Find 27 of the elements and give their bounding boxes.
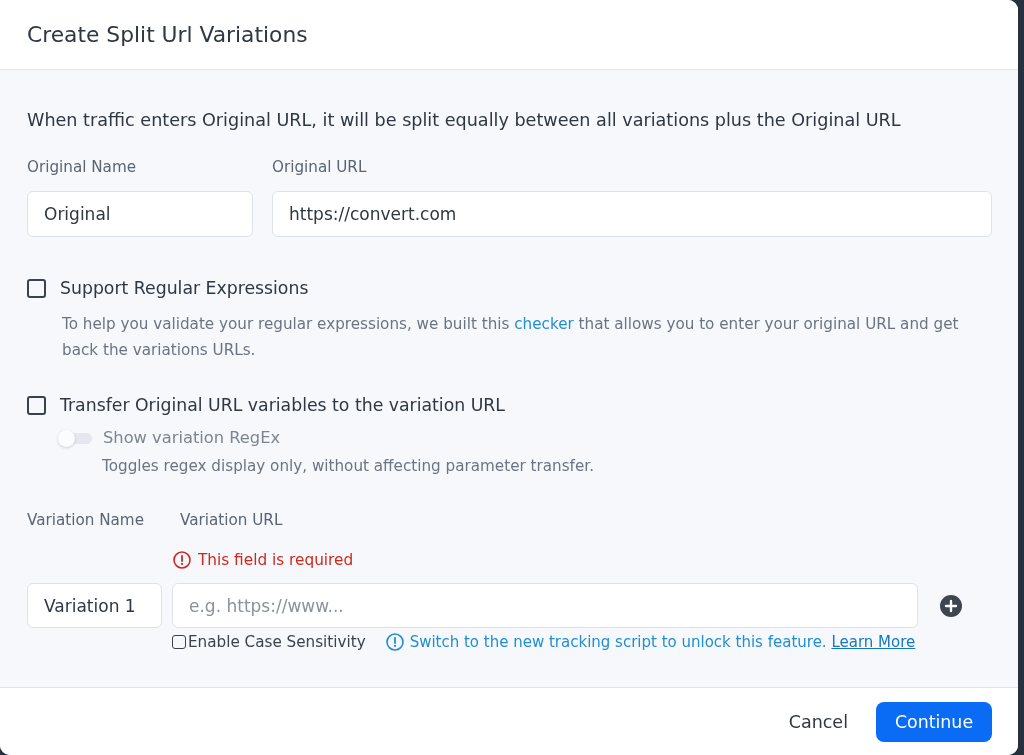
learn-more-link[interactable]: Learn More [831,633,916,651]
field-label: Original Name [27,157,138,177]
cancel-button[interactable]: Cancel [788,703,848,740]
checkbox[interactable] [27,278,46,298]
continue-button[interactable]: Continue [876,701,992,742]
checkbox[interactable] [27,395,46,415]
checkbox-label: Enable Case Sensitivity [188,632,366,652]
field-label: Original URL [272,157,368,177]
original-url-input[interactable]: https://convert.com [272,191,992,237]
add-icon[interactable] [940,594,962,617]
help-text: To help you validate your regular expressions, we built this checker that allows you to enter your original URL and get back the variations URLs. [62,314,960,361]
variation-url-input[interactable]: e.g. https://www... [172,583,918,628]
dialog-title: Create Split Url Variations [27,22,308,47]
error-message: This field is required [198,550,354,571]
checkbox-label: Transfer Original URL variables to the variation URL [60,394,505,417]
column-label: Variation Name [27,510,145,530]
variation-name-input[interactable]: Variation 1 [27,583,162,628]
column-label: Variation URL [179,510,284,530]
help-text: Toggles regex display only, without affecting parameter transfer. [102,456,595,477]
info-icon [385,633,404,651]
toggle-label: Show variation RegEx [103,427,281,449]
notice-text: Switch to the new tracking script to unlock this feature. Learn More [409,632,916,652]
description-text: When traffic enters Original URL, it will be split equally between all variations plus the Original URL [27,109,902,132]
checkbox-label: Support Regular Expressions [60,277,309,300]
original-name-input[interactable]: Original [27,191,253,237]
error-icon [173,551,191,569]
checkbox[interactable] [172,635,186,649]
